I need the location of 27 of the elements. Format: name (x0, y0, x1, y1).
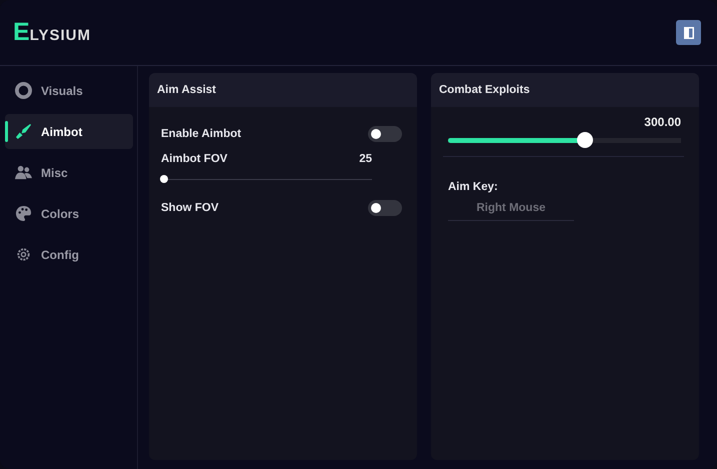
keybind-label: Aim Key: (448, 181, 499, 193)
slider-value: 300.00 (644, 115, 681, 129)
palette-icon (15, 205, 32, 222)
slider-label: Aimbot FOV (161, 153, 228, 165)
ring-icon (15, 82, 32, 99)
keybind-button[interactable]: Right Mouse (448, 198, 574, 221)
sidebar-item[interactable]: Aimbot (5, 114, 133, 149)
people-icon (15, 164, 32, 181)
slider-thumb[interactable] (577, 132, 594, 148)
slider-thumb[interactable] (160, 175, 168, 183)
sword-icon (15, 123, 32, 140)
panel-title: Combat Exploits (439, 84, 530, 96)
door-button[interactable] (676, 20, 701, 45)
door-icon (682, 26, 696, 40)
slider-value: 25 (359, 153, 372, 165)
settings-icon (15, 246, 32, 263)
logo-letter: E (13, 20, 30, 45)
toggle-label: Show FOV (161, 202, 218, 214)
sidebar-item[interactable]: Misc (5, 155, 133, 190)
toggle-switch[interactable] (368, 126, 402, 142)
logo-text: LYSIUM (30, 27, 91, 44)
panel-title: Aim Assist (157, 84, 216, 96)
toggle-switch[interactable] (368, 200, 402, 216)
toggle-label: Enable Aimbot (161, 128, 242, 140)
sidebar-item[interactable]: Config (5, 237, 133, 272)
sidebar-item[interactable]: Visuals (5, 73, 133, 108)
sidebar-item[interactable]: Colors (5, 196, 133, 231)
